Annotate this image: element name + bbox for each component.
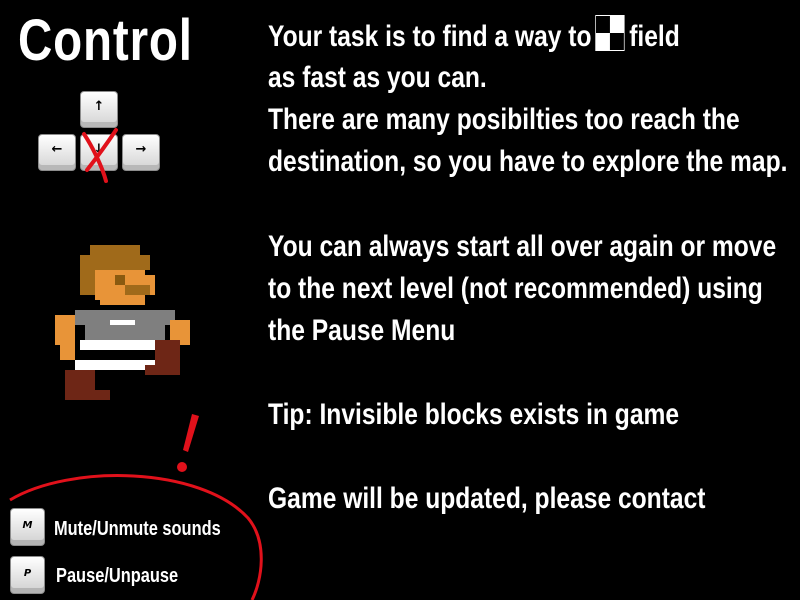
left-arrow-key: ← xyxy=(38,134,76,171)
right-arrow-key: → xyxy=(122,134,160,171)
instruction-line-4: destination, so you have to explore the … xyxy=(268,145,788,178)
page-title: Control xyxy=(18,8,193,73)
instruction-line-3: There are many posibilties too reach the xyxy=(268,103,740,136)
instructions-text: Your task is to find a way to field as fa… xyxy=(268,15,787,183)
finish-field-icon xyxy=(594,15,625,51)
update-text: Game will be updated, please contact xyxy=(268,482,706,515)
game-screen: Control ↑ ← ↓ → M Mute/Unmute sounds P P… xyxy=(0,0,800,600)
pause-label: Pause/Unpause xyxy=(56,565,179,587)
mute-label: Mute/Unmute sounds xyxy=(54,518,221,540)
instruction-line-6: to the next level (not recommended) usin… xyxy=(268,272,763,305)
exclamation-mark-icon xyxy=(177,414,199,472)
up-arrow-key: ↑ xyxy=(80,91,118,128)
instruction-line-5: You can always start all over again or m… xyxy=(268,230,777,263)
restart-text: You can always start all over again or m… xyxy=(268,226,776,352)
instruction-line-2: as fast as you can. xyxy=(268,61,487,94)
tip-text: Tip: Invisible blocks exists in game xyxy=(268,398,680,431)
instruction-line-1-end: field xyxy=(629,20,680,53)
instruction-line-1-start: Your task is to find a way to xyxy=(268,20,592,53)
player-character-icon xyxy=(55,245,190,400)
m-key: M xyxy=(10,508,45,546)
instruction-line-1: Your task is to find a way to field xyxy=(268,15,787,57)
p-key: P xyxy=(10,556,45,594)
instruction-line-7: the Pause Menu xyxy=(268,314,456,347)
red-x-mark-icon xyxy=(82,128,118,183)
